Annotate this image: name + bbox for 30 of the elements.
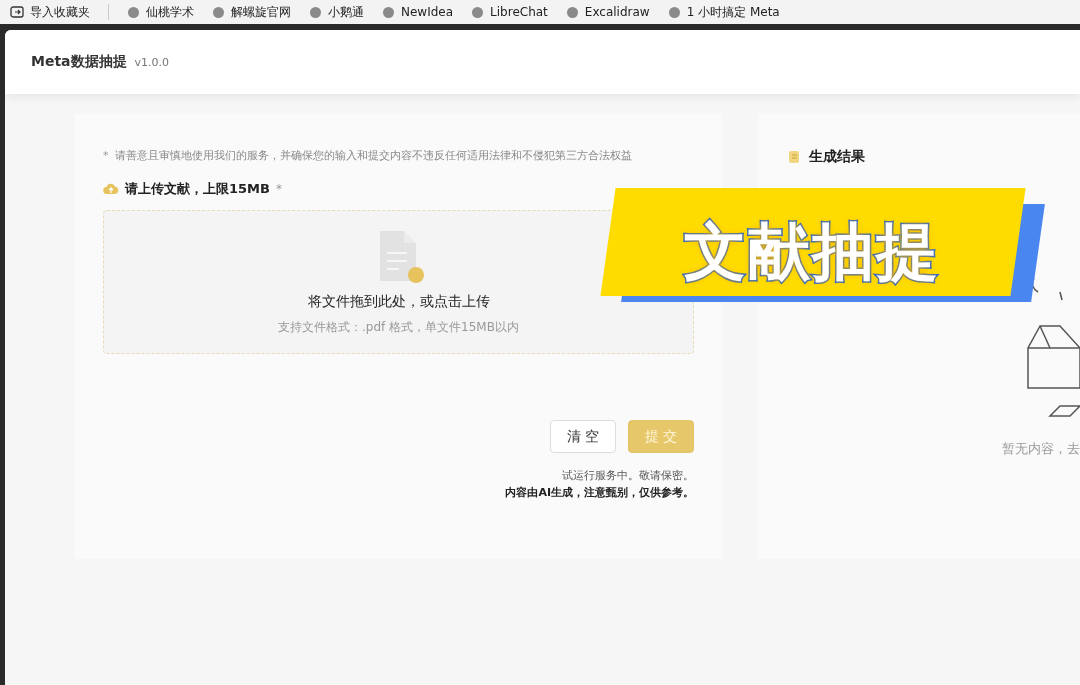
site-icon bbox=[471, 5, 485, 19]
bookmark[interactable]: LibreChat bbox=[471, 5, 548, 19]
bookmark[interactable]: 解螺旋官网 bbox=[212, 3, 291, 21]
footer-note: 试运行服务中。敬请保密。 bbox=[561, 468, 694, 484]
bookmark[interactable]: NewIdea bbox=[382, 5, 454, 19]
bookmark[interactable]: 导入收藏夹 bbox=[10, 3, 90, 21]
empty-state-text: 暂无内容，去 bbox=[1002, 440, 1080, 458]
app-title: Meta数据抽提 bbox=[31, 53, 127, 71]
upload-label: 请上传文献，上限15MB bbox=[125, 180, 270, 198]
version-label: v1.0.0 bbox=[134, 55, 170, 69]
clear-button[interactable]: 清 空 bbox=[550, 420, 616, 453]
usage-notice: * 请善意且审慎地使用我们的服务，并确保您的输入和提交内容不违反任何适用法律和不侵犯第三方合法权益 bbox=[103, 148, 633, 164]
site-icon bbox=[212, 5, 225, 19]
dropzone-hint: 支持文件格式：.pdf 格式，单文件15MB以内 bbox=[278, 318, 519, 336]
result-title: 生成结果 bbox=[809, 148, 865, 166]
site-icon bbox=[667, 5, 681, 19]
site-icon bbox=[309, 5, 322, 19]
dropzone-title: 将文件拖到此处，或点击上传 bbox=[307, 292, 490, 311]
bookmark[interactable]: 仙桃学术 bbox=[127, 3, 194, 21]
bookmark[interactable]: 小鹅通 bbox=[309, 3, 364, 21]
required-mark: * bbox=[275, 182, 282, 196]
site-icon bbox=[565, 5, 579, 19]
import-icon bbox=[10, 5, 24, 19]
bookmark[interactable]: 1 小时搞定 Meta bbox=[667, 3, 780, 21]
cloud-upload-icon bbox=[103, 183, 119, 195]
site-icon bbox=[127, 5, 140, 19]
footer-note: 内容由AI生成，注意甄别，仅供参考。 bbox=[504, 485, 694, 501]
site-icon bbox=[382, 5, 395, 19]
bookmark[interactable]: Excalidraw bbox=[565, 5, 650, 19]
scroll-icon bbox=[788, 150, 801, 164]
